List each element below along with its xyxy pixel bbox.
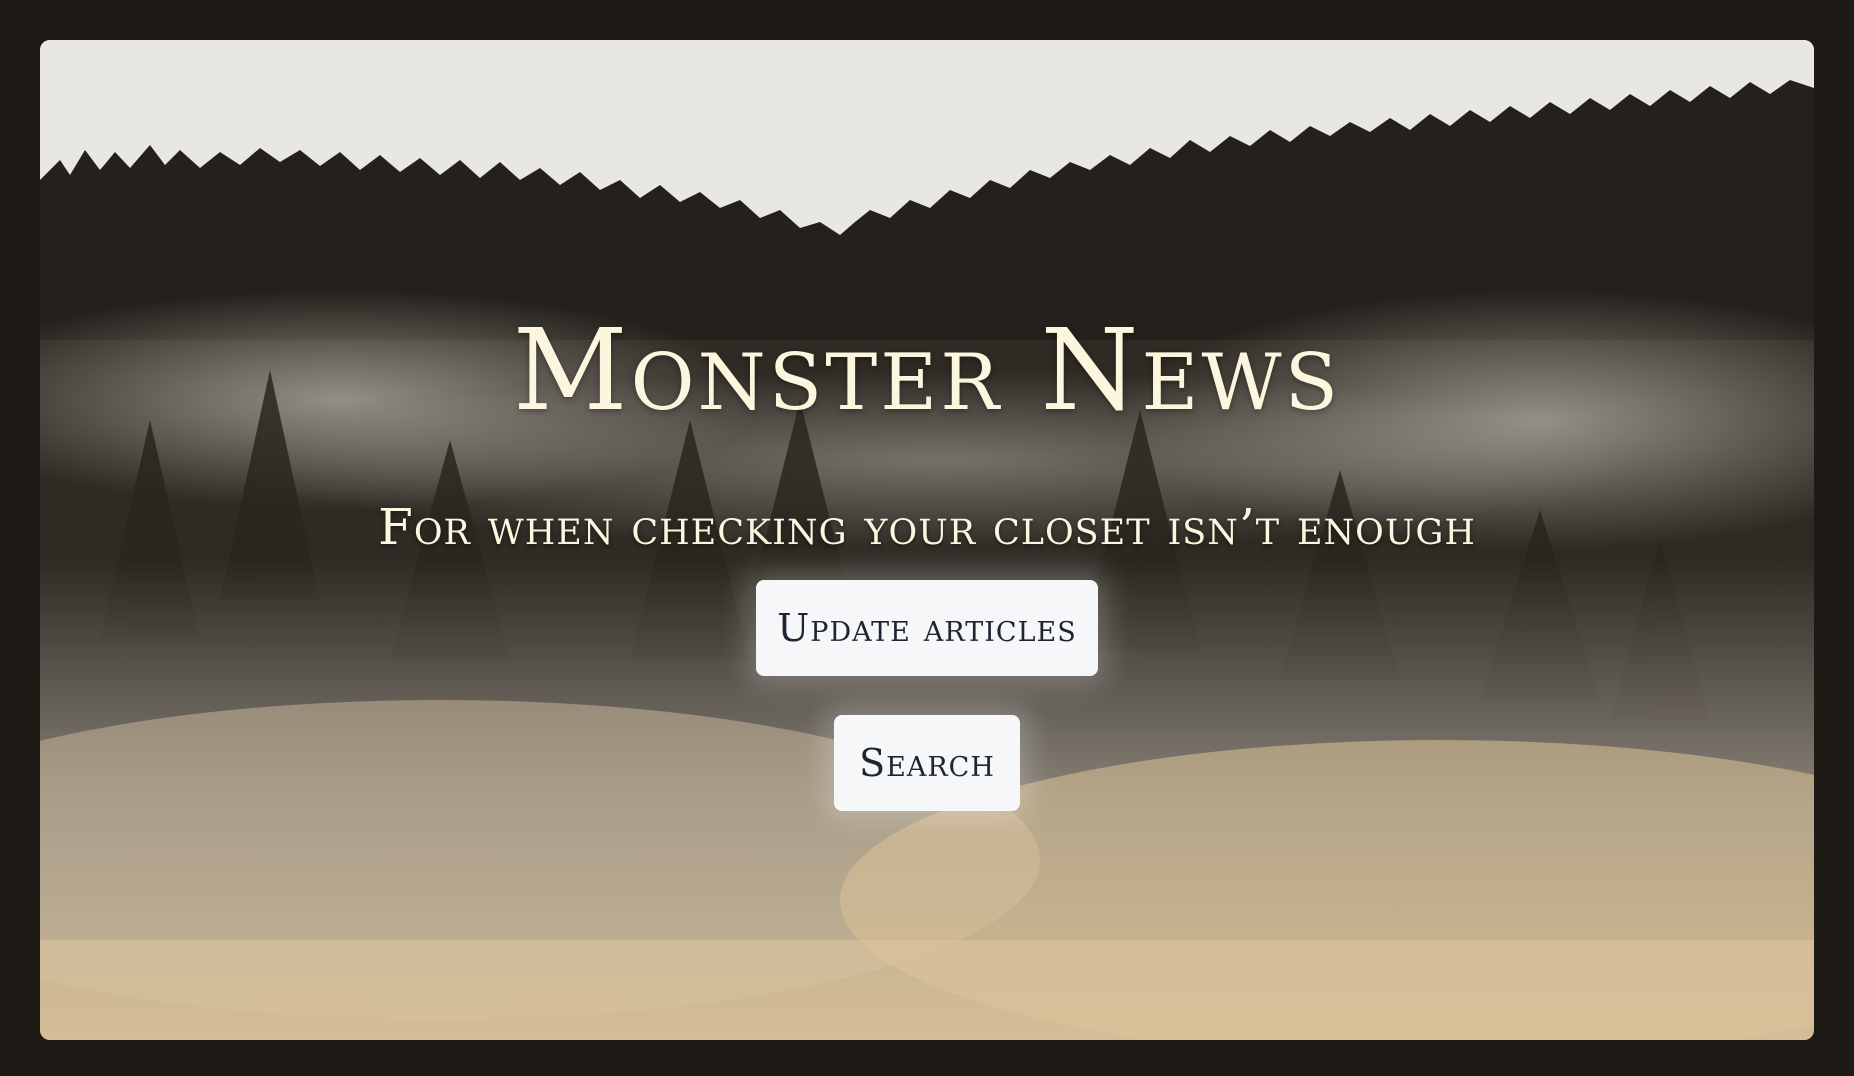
page-subtitle: For when checking your closet isn’t enou…	[378, 498, 1476, 556]
hero-section: Monster News For when checking your clos…	[40, 40, 1814, 1040]
app-window: Monster News For when checking your clos…	[40, 40, 1814, 1040]
update-articles-button[interactable]: Update articles	[756, 580, 1098, 676]
page-title: Monster News	[512, 306, 1342, 436]
search-button[interactable]: Search	[834, 715, 1020, 811]
